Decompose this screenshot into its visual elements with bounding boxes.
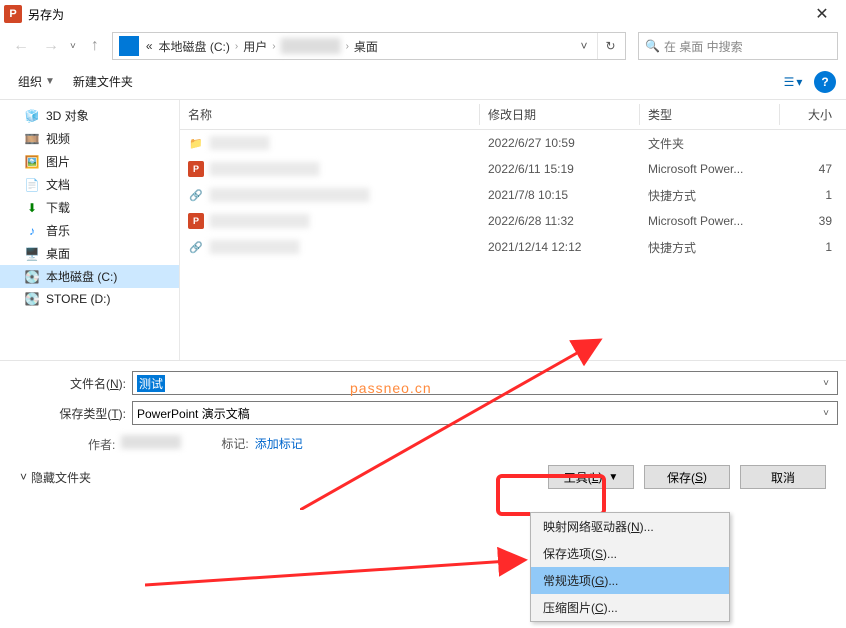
chevron-down-icon[interactable]: ˅ — [817, 402, 835, 424]
sidebar-item[interactable]: ♪ 音乐 — [0, 219, 179, 242]
menu-item[interactable]: 映射网络驱动器(N)... — [531, 513, 729, 540]
address-bar[interactable]: « 本地磁盘 (C:)› 用户› › 桌面 ˅ ↻ — [112, 32, 626, 60]
sidebar-item-label: 视频 — [46, 130, 70, 147]
col-date[interactable]: 修改日期 — [480, 100, 640, 129]
folder-icon: 🧊 — [24, 108, 40, 124]
help-button[interactable]: ? — [814, 71, 836, 93]
sidebar-item-label: 图片 — [46, 153, 70, 170]
col-size[interactable]: 大小 — [780, 100, 840, 129]
chevron-down-icon: ▼ — [45, 76, 55, 87]
search-placeholder: 在 桌面 中搜索 — [664, 38, 743, 55]
sidebar-item[interactable]: 💽 本地磁盘 (C:) — [0, 265, 179, 288]
tags-field[interactable]: 标记:添加标记 — [221, 435, 302, 453]
window-title: 另存为 — [28, 6, 802, 23]
table-row[interactable]: P2022/6/11 15:19Microsoft Power...47 — [180, 156, 846, 182]
refresh-button[interactable]: ↻ — [597, 33, 623, 59]
author-field[interactable]: 作者: — [88, 435, 181, 453]
addr-seg-drive[interactable]: 本地磁盘 (C:) — [156, 38, 233, 55]
new-folder-button[interactable]: 新建文件夹 — [65, 69, 141, 94]
app-icon: P — [4, 5, 22, 23]
titlebar: P 另存为 ✕ — [0, 0, 846, 28]
up-button[interactable]: ↑ — [82, 33, 108, 59]
address-dropdown[interactable]: ˅ — [571, 33, 597, 59]
annotation-arrow — [145, 530, 545, 590]
chevron-right-icon: › — [270, 41, 277, 52]
table-row[interactable]: P2022/6/28 11:32Microsoft Power...39 — [180, 208, 846, 234]
sidebar-item-label: 音乐 — [46, 222, 70, 239]
chevron-down-icon: ˅ — [20, 470, 27, 484]
sidebar-item[interactable]: 🖼️ 图片 — [0, 150, 179, 173]
addr-seg-redacted[interactable] — [278, 38, 344, 54]
folder-icon: 💽 — [24, 291, 40, 307]
sidebar-item-label: 3D 对象 — [46, 107, 89, 124]
folder-icon: 🖥️ — [24, 246, 40, 262]
folder-icon: 🖼️ — [24, 154, 40, 170]
back-button[interactable]: ← — [8, 33, 34, 59]
sidebar-item[interactable]: ⬇ 下载 — [0, 196, 179, 219]
location-icon — [119, 36, 139, 56]
column-headers[interactable]: 名称 修改日期 类型 大小 — [180, 100, 846, 130]
close-button[interactable]: ✕ — [802, 0, 842, 28]
forward-button[interactable]: → — [38, 33, 64, 59]
filetype-select[interactable]: PowerPoint 演示文稿˅ — [132, 401, 838, 425]
table-row[interactable]: 📁2022/6/27 10:59文件夹 — [180, 130, 846, 156]
col-type[interactable]: 类型 — [640, 100, 780, 129]
history-dropdown[interactable]: ˅ — [68, 41, 78, 52]
folder-icon: 📄 — [24, 177, 40, 193]
filetype-label: 保存类型(T): — [8, 405, 132, 422]
save-button[interactable]: 保存(S) — [644, 465, 730, 489]
navbar: ← → ˅ ↑ « 本地磁盘 (C:)› 用户› › 桌面 ˅ ↻ 🔍 在 桌面… — [0, 28, 846, 64]
folder-icon: ⬇ — [24, 200, 40, 216]
tools-button[interactable]: 工具(L)▼ — [548, 465, 634, 489]
search-icon: 🔍 — [645, 39, 660, 53]
menu-item[interactable]: 压缩图片(C)... — [531, 594, 729, 621]
filename-label: 文件名(N): — [8, 375, 132, 392]
table-row[interactable]: 🔗2021/7/8 10:15快捷方式1 — [180, 182, 846, 208]
sidebar-item[interactable]: 🎞️ 视频 — [0, 127, 179, 150]
table-row[interactable]: 🔗2021/12/14 12:12快捷方式1 — [180, 234, 846, 260]
folder-icon: 💽 — [24, 269, 40, 285]
sidebar-item-label: 本地磁盘 (C:) — [46, 268, 117, 285]
cancel-button[interactable]: 取消 — [740, 465, 826, 489]
sidebar-item[interactable]: 🧊 3D 对象 — [0, 104, 179, 127]
form-area: 文件名(N): 测试˅ 保存类型(T): PowerPoint 演示文稿˅ 作者… — [0, 360, 846, 505]
view-options-button[interactable]: ☰▾ — [780, 69, 806, 95]
addr-prefix[interactable]: « — [143, 39, 156, 53]
navigation-pane[interactable]: 🧊 3D 对象 🎞️ 视频 🖼️ 图片 📄 文档 ⬇ 下载 ♪ 音乐 🖥️ 桌面 💽 本地磁盘 (C:) 💽 ST… — [0, 100, 180, 360]
menu-item[interactable]: 保存选项(S)... — [531, 540, 729, 567]
col-name[interactable]: 名称 — [180, 100, 480, 129]
command-bar: 组织▼ 新建文件夹 ☰▾ ? — [0, 64, 846, 100]
filename-input[interactable]: 测试˅ — [132, 371, 838, 395]
organize-menu[interactable]: 组织▼ — [10, 69, 63, 94]
addr-seg-users[interactable]: 用户 — [240, 38, 270, 55]
folder-icon: 🎞️ — [24, 131, 40, 147]
menu-item[interactable]: 常规选项(G)... — [531, 567, 729, 594]
folder-icon: ♪ — [24, 223, 40, 239]
chevron-right-icon: › — [344, 41, 351, 52]
sidebar-item[interactable]: 💽 STORE (D:) — [0, 288, 179, 310]
sidebar-item-label: 下载 — [46, 199, 70, 216]
body-area: 🧊 3D 对象 🎞️ 视频 🖼️ 图片 📄 文档 ⬇ 下载 ♪ 音乐 🖥️ 桌面 💽 本地磁盘 (C:) 💽 ST… — [0, 100, 846, 360]
sidebar-item-label: STORE (D:) — [46, 292, 110, 306]
addr-seg-desktop[interactable]: 桌面 — [351, 38, 381, 55]
sidebar-item-label: 桌面 — [46, 245, 70, 262]
chevron-down-icon: ▼ — [608, 472, 618, 483]
search-input[interactable]: 🔍 在 桌面 中搜索 — [638, 32, 838, 60]
file-list[interactable]: 名称 修改日期 类型 大小 📁2022/6/27 10:59文件夹P2022/6… — [180, 100, 846, 360]
sidebar-item[interactable]: 🖥️ 桌面 — [0, 242, 179, 265]
hide-folders-toggle[interactable]: ˅隐藏文件夹 — [20, 469, 91, 486]
tools-menu: 映射网络驱动器(N)...保存选项(S)...常规选项(G)...压缩图片(C)… — [530, 512, 730, 622]
chevron-right-icon: › — [233, 41, 240, 52]
sidebar-item-label: 文档 — [46, 176, 70, 193]
sidebar-item[interactable]: 📄 文档 — [0, 173, 179, 196]
chevron-down-icon[interactable]: ˅ — [817, 372, 835, 394]
